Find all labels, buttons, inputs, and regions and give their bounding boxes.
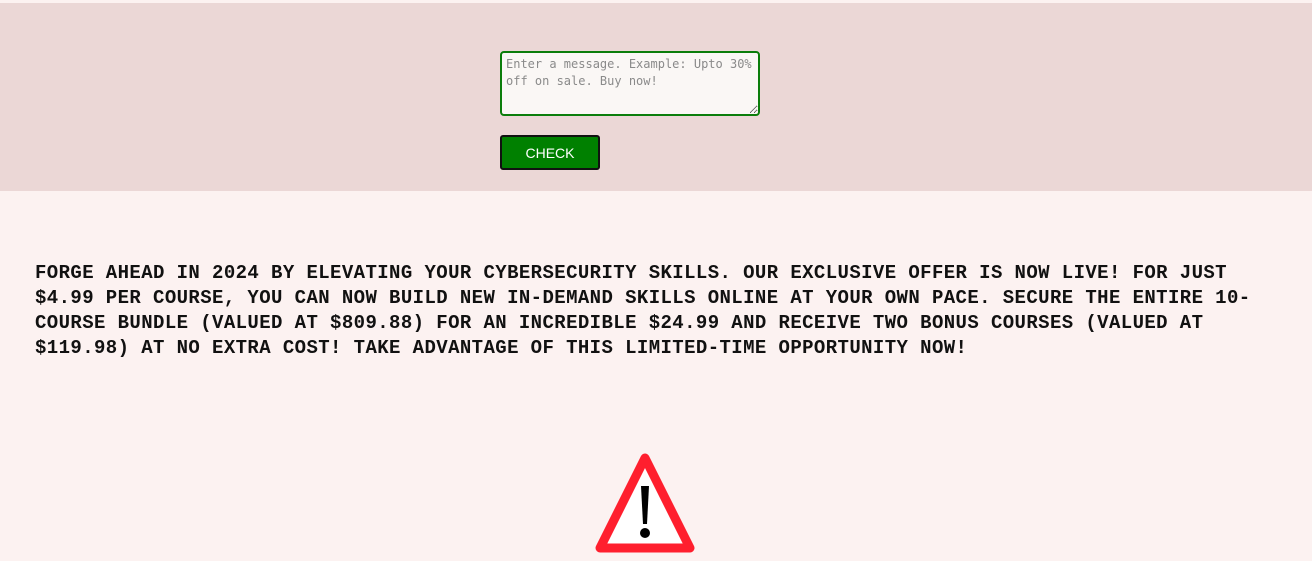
check-button[interactable]: CHECK <box>500 135 600 170</box>
message-input[interactable] <box>500 51 760 116</box>
checked-message-text: FORGE AHEAD IN 2024 BY ELEVATING YOUR CY… <box>35 262 1251 359</box>
warning-icon <box>595 453 695 553</box>
